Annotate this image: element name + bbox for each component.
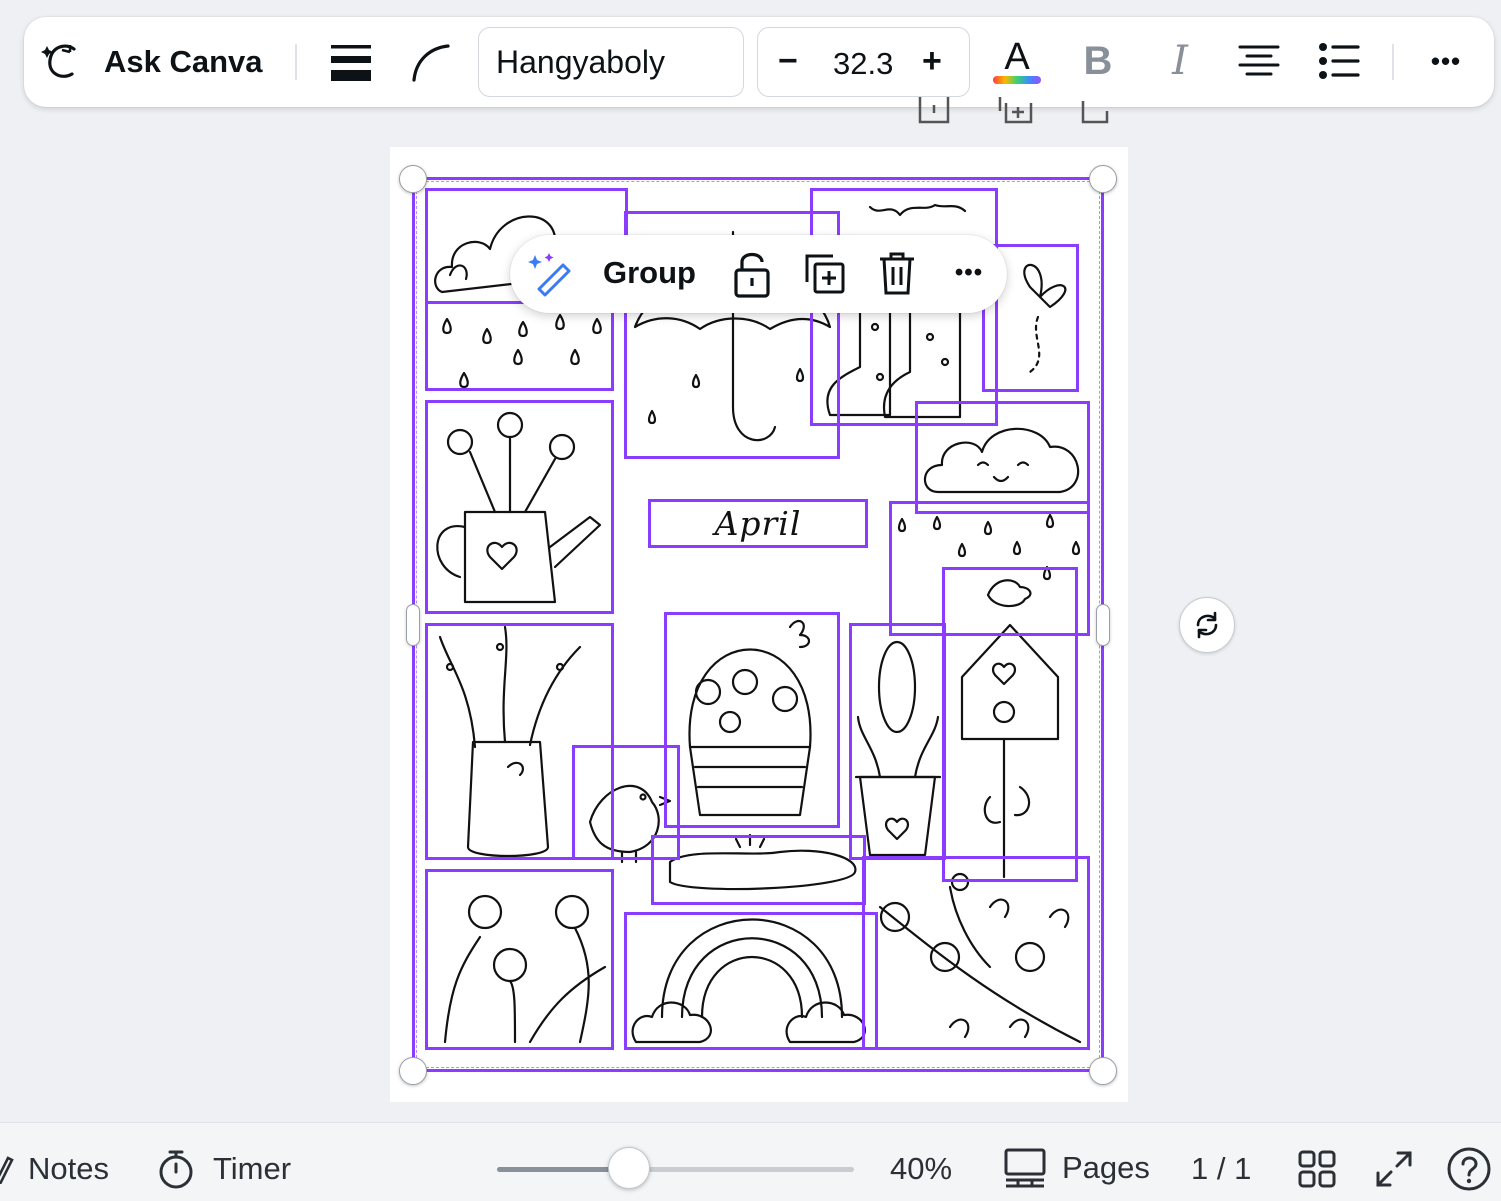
duplicate-icon[interactable]: [802, 251, 848, 297]
resize-handle-right[interactable]: [1096, 604, 1110, 646]
font-size-input[interactable]: 32.3: [833, 46, 893, 82]
timer-button[interactable]: Timer: [157, 1149, 291, 1189]
group-context-menu: Group •••: [510, 235, 1007, 313]
zoom-slider-thumb[interactable]: [608, 1147, 651, 1189]
lock-page-icon[interactable]: [917, 97, 951, 130]
increase-font-size-button[interactable]: +: [922, 42, 942, 81]
fullscreen-icon[interactable]: [1374, 1147, 1414, 1191]
element-outline-puddle[interactable]: [651, 835, 866, 905]
group-button[interactable]: Group: [603, 255, 696, 291]
rotate-icon: [1196, 611, 1218, 639]
resize-handle-top-right[interactable]: [1089, 165, 1117, 193]
magic-edit-icon[interactable]: [526, 250, 574, 298]
zoom-percentage[interactable]: 40%: [890, 1149, 952, 1189]
element-outline-birdhouse[interactable]: [942, 567, 1078, 882]
bold-button[interactable]: B: [1080, 39, 1116, 83]
group-more-options-button[interactable]: •••: [946, 255, 992, 291]
pages-icon: [1004, 1148, 1046, 1188]
resize-handle-left[interactable]: [406, 604, 420, 646]
resize-handle-top-left[interactable]: [399, 165, 427, 193]
top-toolbar: Ask Canva Hangyaboly − 32.3 + A B I •••: [24, 17, 1494, 107]
more-options-button[interactable]: •••: [1422, 43, 1470, 79]
element-outline-basket[interactable]: [664, 612, 840, 828]
april-text-box[interactable]: April: [648, 499, 868, 548]
rotate-button[interactable]: [1179, 597, 1235, 653]
bottom-bar: Notes Timer 40% Pages 1 / 1: [0, 1122, 1501, 1201]
element-outline-blossom-branch[interactable]: [862, 856, 1090, 1050]
pages-label: Pages: [1062, 1150, 1150, 1185]
resize-handle-bottom-left[interactable]: [399, 1057, 427, 1085]
italic-button[interactable]: I: [1162, 38, 1198, 84]
element-outline-watering-can[interactable]: [425, 400, 614, 614]
color-rainbow-bar: [993, 76, 1041, 84]
toolbar-divider: [1392, 44, 1394, 80]
toolbar-divider: [295, 44, 297, 80]
text-align-center-icon[interactable]: [1237, 41, 1281, 81]
duplicate-page-icon[interactable]: [997, 97, 1035, 130]
timer-label: Timer: [213, 1151, 292, 1186]
element-outline-daffodils[interactable]: [425, 869, 614, 1050]
stopwatch-icon: [159, 1150, 193, 1189]
unlock-icon[interactable]: [730, 249, 774, 299]
curve-text-icon[interactable]: [408, 40, 452, 84]
april-title-text[interactable]: April: [715, 504, 802, 543]
text-color-button[interactable]: A: [990, 33, 1044, 89]
trash-icon[interactable]: [876, 249, 918, 297]
resize-handle-bottom-right[interactable]: [1089, 1057, 1117, 1085]
decrease-font-size-button[interactable]: −: [778, 42, 798, 81]
text-color-letter: A: [1004, 36, 1030, 78]
bullet-list-icon[interactable]: [1317, 41, 1361, 81]
grid-view-icon[interactable]: [1297, 1147, 1337, 1191]
element-outline-hyacinth[interactable]: [849, 623, 946, 860]
element-outline-rainbow[interactable]: [624, 912, 878, 1050]
line-weight-icon[interactable]: [327, 42, 375, 82]
pencil-icon: [0, 1156, 14, 1184]
add-page-icon[interactable]: [1080, 97, 1110, 130]
notes-button[interactable]: Notes: [0, 1149, 109, 1189]
notes-label: Notes: [28, 1151, 109, 1186]
ask-canva-button[interactable]: Ask Canva: [104, 43, 263, 81]
font-size-stepper: − 32.3 +: [757, 27, 970, 97]
pages-button[interactable]: Pages: [1003, 1145, 1150, 1191]
font-family-dropdown[interactable]: Hangyaboly: [478, 27, 744, 97]
help-icon[interactable]: [1446, 1146, 1492, 1192]
element-outline-raindrops[interactable]: [425, 301, 614, 391]
ask-canva-sparkle-icon[interactable]: [38, 39, 86, 85]
page-counter: 1 / 1: [1191, 1151, 1252, 1186]
zoom-slider[interactable]: [497, 1167, 854, 1172]
element-outline-smiling-cloud[interactable]: [915, 401, 1090, 514]
